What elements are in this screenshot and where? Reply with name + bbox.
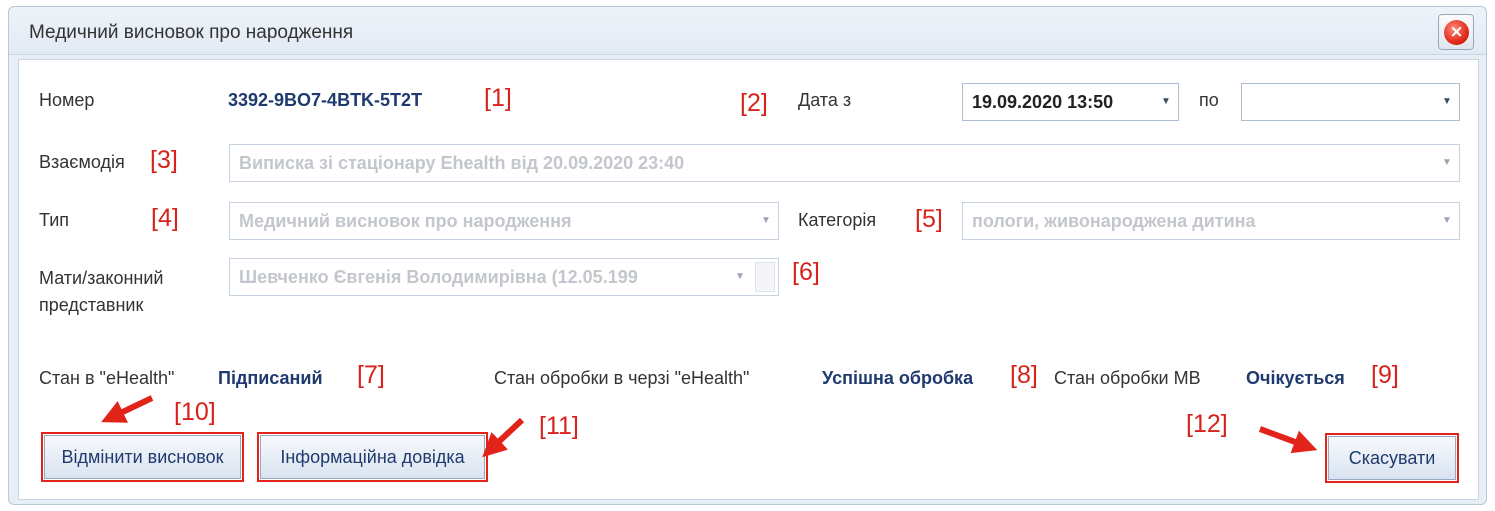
highlight-box-10 bbox=[41, 432, 244, 482]
chevron-down-icon[interactable]: ▼ bbox=[1154, 84, 1178, 120]
number-value: 3392-9BO7-4BTK-5T2T bbox=[228, 90, 423, 110]
date-to-field[interactable]: ▼ bbox=[1241, 83, 1460, 121]
marker-6: [6] bbox=[792, 258, 820, 286]
marker-10: [10] bbox=[174, 398, 216, 426]
date-from-field[interactable]: 19.09.2020 13:50 ▼ bbox=[962, 83, 1179, 121]
marker-11: [11] bbox=[539, 412, 579, 440]
date-to-label: по bbox=[1199, 90, 1219, 110]
mother-label: Мати/законний представник bbox=[39, 265, 163, 319]
mother-field[interactable]: Шевченко Євгенія Володимирівна (12.05.19… bbox=[229, 258, 779, 296]
marker-9: [9] bbox=[1371, 361, 1399, 389]
highlight-box-12 bbox=[1325, 433, 1459, 483]
marker-8: [8] bbox=[1010, 361, 1038, 389]
chevron-down-icon[interactable]: ▼ bbox=[1435, 145, 1459, 181]
mother-label-line2: представник bbox=[39, 295, 144, 315]
interaction-label: Взаємодія bbox=[39, 152, 125, 172]
mother-value: Шевченко Євгенія Володимирівна (12.05.19… bbox=[239, 267, 638, 287]
chevron-down-icon[interactable]: ▼ bbox=[754, 203, 778, 239]
title-bar: Медичний висновок про народження × bbox=[9, 7, 1486, 55]
type-value: Медичний висновок про народження bbox=[239, 211, 572, 231]
close-button[interactable]: × bbox=[1438, 14, 1474, 50]
marker-7: [7] bbox=[357, 361, 385, 389]
category-label: Категорія bbox=[798, 210, 877, 230]
date-from-label: Дата з bbox=[798, 90, 852, 110]
dialog-window: Медичний висновок про народження × Номер… bbox=[8, 6, 1487, 505]
mv-status-value: Очікується bbox=[1246, 368, 1345, 388]
type-field[interactable]: Медичний висновок про народження ▼ bbox=[229, 202, 779, 240]
chevron-down-icon[interactable]: ▼ bbox=[728, 259, 752, 295]
chevron-down-icon[interactable]: ▼ bbox=[1435, 203, 1459, 239]
marker-12: [12] bbox=[1186, 410, 1228, 438]
marker-4: [4] bbox=[151, 204, 179, 232]
chevron-down-icon[interactable]: ▼ bbox=[1435, 84, 1459, 120]
marker-3: [3] bbox=[150, 146, 178, 174]
queue-status-label: Стан обробки в черзі "eHealth" bbox=[494, 368, 750, 388]
marker-1: [1] bbox=[484, 84, 512, 112]
lookup-button[interactable] bbox=[755, 262, 775, 292]
interaction-field[interactable]: Виписка зі стаціонару Ehealth від 20.09.… bbox=[229, 144, 1460, 182]
category-value: пологи, живонароджена дитина bbox=[972, 211, 1256, 231]
mother-label-line1: Мати/законний bbox=[39, 268, 164, 288]
queue-status-value: Успішна обробка bbox=[822, 368, 974, 388]
interaction-value: Виписка зі стаціонару Ehealth від 20.09.… bbox=[239, 153, 685, 173]
highlight-box-11 bbox=[257, 432, 488, 482]
type-label: Тип bbox=[39, 210, 70, 230]
mv-status-label: Стан обробки МВ bbox=[1054, 368, 1201, 388]
ehealth-status-label: Стан в "eHealth" bbox=[39, 368, 175, 388]
marker-2: [2] bbox=[740, 89, 768, 117]
form-panel: Номер 3392-9BO7-4BTK-5T2T [1] [2] Дата з… bbox=[18, 59, 1479, 500]
window-title: Медичний висновок про народження bbox=[29, 22, 354, 43]
ehealth-status-value: Підписаний bbox=[218, 368, 323, 388]
category-field[interactable]: пологи, живонароджена дитина ▼ bbox=[962, 202, 1460, 240]
close-icon: × bbox=[1444, 20, 1469, 45]
number-label: Номер bbox=[39, 90, 95, 110]
marker-5: [5] bbox=[915, 205, 943, 233]
date-from-value: 19.09.2020 13:50 bbox=[972, 92, 1114, 112]
